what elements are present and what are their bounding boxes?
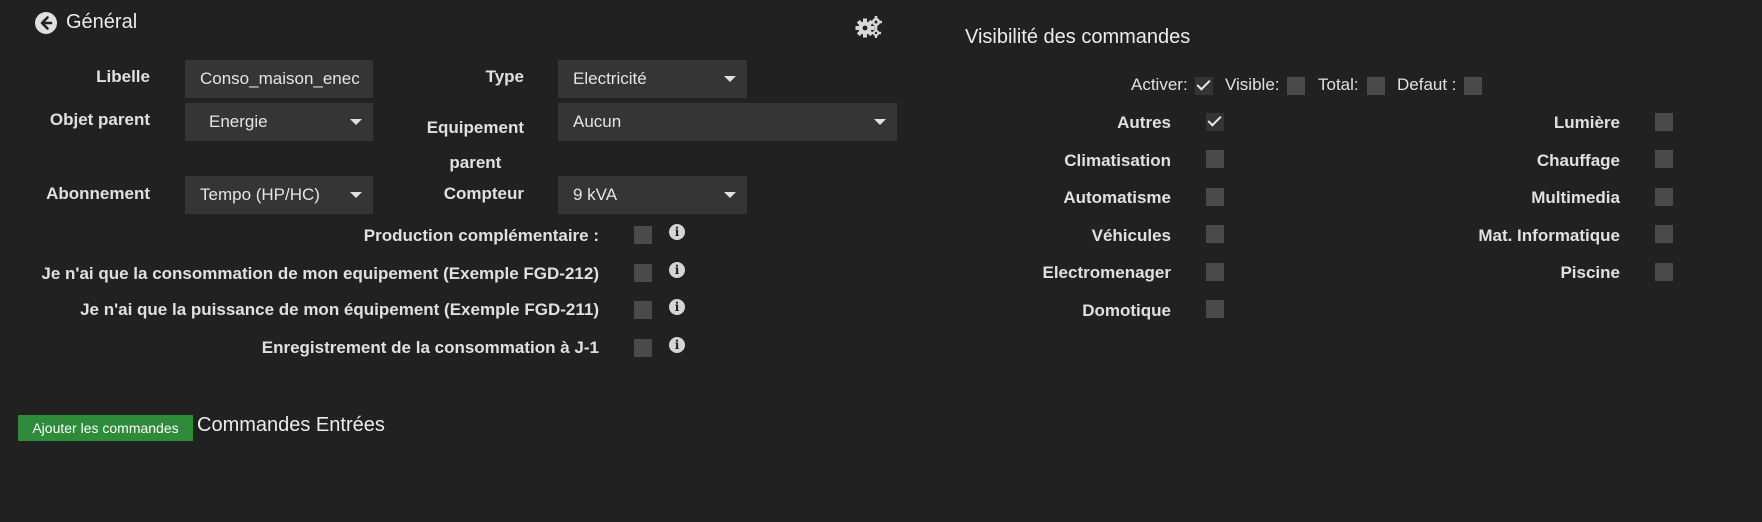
category-vehicules-label: Véhicules xyxy=(1091,226,1171,245)
objet-parent-value: Energie xyxy=(209,112,268,131)
add-commands-button[interactable]: Ajouter les commandes xyxy=(18,415,193,441)
toggle-total-checkbox[interactable] xyxy=(1367,77,1385,95)
info-icon[interactable]: i xyxy=(669,299,685,315)
abonnement-value: Tempo (HP/HC) xyxy=(200,185,320,204)
commands-section-title: Commandes Entrées xyxy=(197,414,385,436)
category-electromenager-label: Electromenager xyxy=(1042,263,1172,282)
equipement-parent-label: Equipement parent xyxy=(426,118,524,172)
toggle-visible-checkbox[interactable] xyxy=(1287,77,1305,95)
abonnement-label: Abonnement xyxy=(46,184,150,203)
chevron-down-icon xyxy=(350,119,362,125)
compteur-value: 9 kVA xyxy=(573,185,618,204)
compteur-label: Compteur xyxy=(443,184,524,203)
category-climatisation-label: Climatisation xyxy=(1064,151,1171,170)
toggle-activer-label: Activer: xyxy=(1131,75,1188,94)
category-autres-label: Autres xyxy=(1117,113,1171,132)
category-informatique-checkbox[interactable] xyxy=(1655,225,1673,243)
category-lumiere-label: Lumière xyxy=(1553,113,1620,132)
libelle-value: Conso_maison_enec xyxy=(200,69,360,88)
toggle-defaut-label: Defaut : xyxy=(1397,75,1457,94)
back-button[interactable] xyxy=(35,12,57,34)
objet-parent-select[interactable]: Energie xyxy=(185,103,373,141)
equipement-parent-value: Aucun xyxy=(573,112,622,131)
type-label: Type xyxy=(485,67,524,86)
option-j1-checkbox[interactable] xyxy=(634,339,652,357)
visibility-title: Visibilité des commandes xyxy=(965,26,1191,48)
toggle-total-label: Total: xyxy=(1318,75,1359,94)
libelle-input[interactable]: Conso_maison_enec xyxy=(185,60,373,98)
libelle-label: Libelle xyxy=(96,67,150,86)
category-vehicules-checkbox[interactable] xyxy=(1206,225,1224,243)
type-value: Electricité xyxy=(573,69,647,88)
info-icon[interactable]: i xyxy=(669,224,685,240)
toggle-defaut-checkbox[interactable] xyxy=(1464,77,1482,95)
arrow-circle-left-icon xyxy=(40,16,53,30)
category-multimedia-checkbox[interactable] xyxy=(1655,188,1673,206)
category-informatique-label: Mat. Informatique xyxy=(1478,226,1620,245)
category-chauffage-label: Chauffage xyxy=(1536,151,1620,170)
category-automatisme-label: Automatisme xyxy=(1063,188,1171,207)
option-production-checkbox[interactable] xyxy=(634,226,652,244)
toggle-visible-label: Visible: xyxy=(1225,75,1280,94)
category-climatisation-checkbox[interactable] xyxy=(1206,150,1224,168)
chevron-down-icon xyxy=(724,192,736,198)
abonnement-select[interactable]: Tempo (HP/HC) xyxy=(185,176,373,214)
category-lumiere-checkbox[interactable] xyxy=(1655,113,1673,131)
info-icon[interactable]: i xyxy=(669,337,685,353)
chevron-down-icon xyxy=(724,76,736,82)
option-j1-label: Enregistrement de la consommation à J-1 xyxy=(261,338,599,357)
category-chauffage-checkbox[interactable] xyxy=(1655,150,1673,168)
category-domotique-label: Domotique xyxy=(1082,301,1171,320)
chevron-down-icon xyxy=(350,192,362,198)
category-piscine-label: Piscine xyxy=(1560,263,1620,282)
category-domotique-checkbox[interactable] xyxy=(1206,300,1224,318)
toggle-activer-checkbox[interactable] xyxy=(1195,77,1213,95)
category-electromenager-checkbox[interactable] xyxy=(1206,263,1224,281)
category-multimedia-label: Multimedia xyxy=(1531,188,1620,207)
category-piscine-checkbox[interactable] xyxy=(1655,263,1673,281)
info-icon[interactable]: i xyxy=(669,262,685,278)
category-automatisme-checkbox[interactable] xyxy=(1206,188,1224,206)
type-select[interactable]: Electricité xyxy=(558,60,747,98)
page-title: Général xyxy=(66,11,138,33)
option-puissance-label: Je n'ai que la puissance de mon équipeme… xyxy=(80,300,599,319)
option-puissance-checkbox[interactable] xyxy=(634,301,652,319)
option-production-label: Production complémentaire : xyxy=(363,226,599,245)
category-autres-checkbox[interactable] xyxy=(1206,113,1224,131)
gears-icon[interactable] xyxy=(855,15,883,39)
equipement-parent-select[interactable]: Aucun xyxy=(558,103,897,141)
option-consommation-checkbox[interactable] xyxy=(634,264,652,282)
objet-parent-label: Objet parent xyxy=(49,110,150,129)
compteur-select[interactable]: 9 kVA xyxy=(558,176,747,214)
option-consommation-label: Je n'ai que la consommation de mon equip… xyxy=(41,264,599,283)
chevron-down-icon xyxy=(874,119,886,125)
